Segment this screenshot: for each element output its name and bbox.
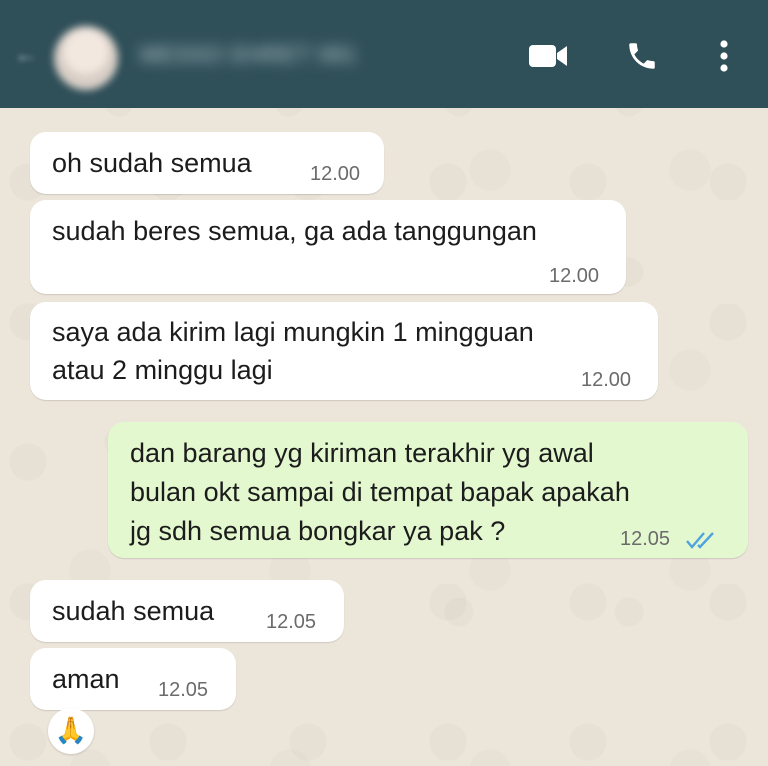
message-text: sudah semua [52, 596, 215, 626]
message-time: 12.00 [310, 163, 361, 185]
message-time: 12.05 [266, 611, 317, 633]
message-text: dan barang yg kiriman terakhir yg awal [130, 438, 594, 468]
message-text: jg sdh semua bongkar ya pak ? [130, 516, 506, 546]
message-text: bulan okt sampai di tempat bapak apakah [130, 477, 630, 507]
video-call-icon[interactable] [526, 34, 570, 78]
contact-avatar[interactable] [54, 26, 118, 90]
message-text: oh sudah semua [52, 148, 252, 178]
read-double-check-icon [686, 532, 714, 549]
message-time: 12.00 [549, 265, 600, 287]
incoming-message[interactable]: saya ada kirim lagi mungkin 1 mingguan a… [30, 302, 658, 400]
message-time: 12.05 [158, 679, 209, 701]
incoming-message[interactable]: aman 12.05 [30, 648, 236, 710]
message-time: 12.05 [620, 528, 671, 550]
message-text: aman [52, 664, 120, 694]
back-arrow-icon[interactable]: ← [14, 43, 38, 67]
outgoing-message[interactable]: dan barang yg kiriman terakhir yg awal b… [108, 422, 748, 558]
more-vertical-icon[interactable] [702, 34, 746, 78]
incoming-message[interactable]: oh sudah semua 12.00 [30, 132, 384, 194]
message-text: saya ada kirim lagi mungkin 1 mingguan [52, 317, 534, 347]
incoming-message[interactable]: sudah beres semua, ga ada tanggungan 12.… [30, 200, 626, 294]
chat-header: ← MESSO EHRET 081 [0, 0, 768, 108]
folded-hands-icon[interactable]: 🙏 [48, 708, 94, 754]
message-time: 12.00 [581, 369, 632, 391]
phone-icon[interactable] [620, 34, 664, 78]
message-text: atau 2 minggu lagi [52, 355, 273, 385]
incoming-message[interactable]: sudah semua 12.05 [30, 580, 344, 642]
message-text: sudah beres semua, ga ada tanggungan [52, 216, 537, 246]
contact-name[interactable]: MESSO EHRET 081 [140, 42, 450, 70]
